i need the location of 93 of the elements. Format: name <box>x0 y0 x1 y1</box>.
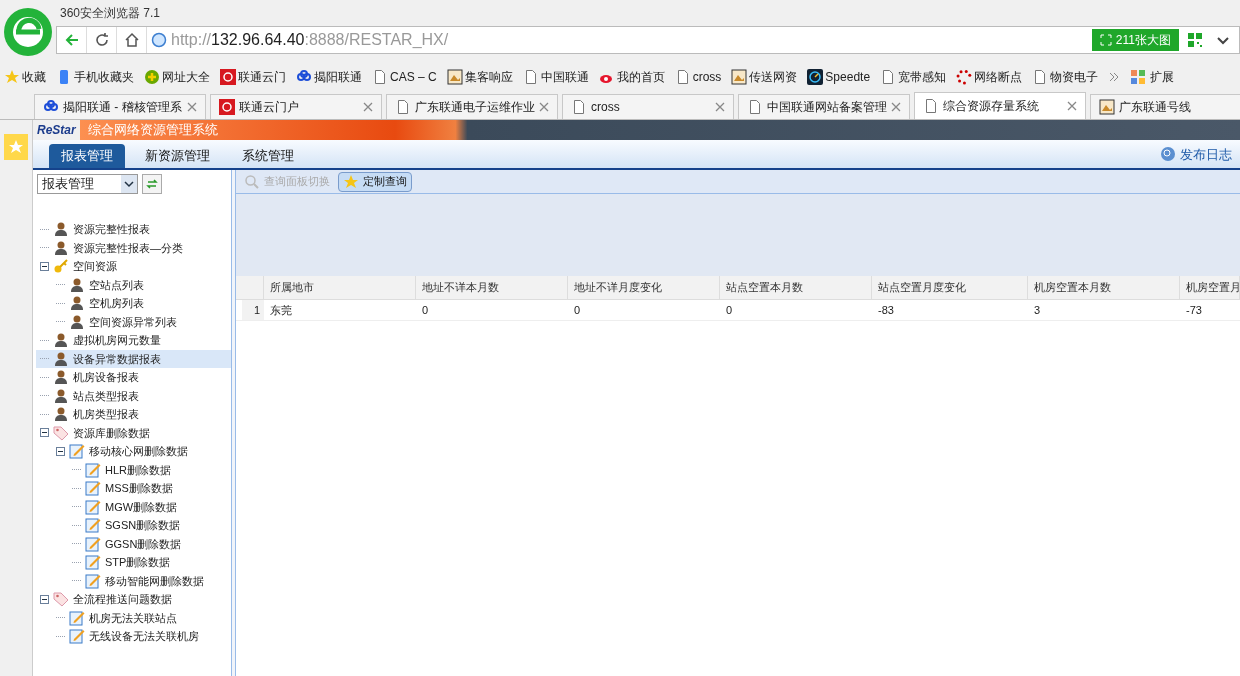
column-header[interactable]: 所属地市 <box>264 276 416 299</box>
custom-query-button[interactable]: 定制查询 <box>338 171 412 192</box>
column-header[interactable]: 地址不详月度变化 <box>568 276 720 299</box>
tree-item[interactable]: 无线设备无法关联机房 <box>52 627 231 646</box>
tree-item[interactable]: 全流程推送问题数据 <box>36 590 231 609</box>
tree-item-label: STP删除数据 <box>105 555 171 570</box>
window-title: 360安全浏览器 7.1 <box>59 5 162 22</box>
bookmark[interactable]: 传送网资 <box>731 68 798 86</box>
table-cell-text: -83 <box>877 302 895 318</box>
tree-item[interactable]: 空间资源异常列表 <box>52 312 231 331</box>
bookmark[interactable]: 联通云门 <box>220 68 286 86</box>
tree-item-label: 资源完整性报表—分类 <box>73 240 183 256</box>
tree-item[interactable]: 空间资源 <box>36 257 231 276</box>
bookmark[interactable]: 宽带感知 <box>880 68 947 86</box>
bookmark[interactable]: 揭阳联通 <box>296 68 362 86</box>
tree-item[interactable]: 站点类型报表 <box>36 386 231 405</box>
nav-tab[interactable]: 报表管理 <box>49 144 125 168</box>
bookmark[interactable]: CAS – C <box>372 68 437 86</box>
bookmark[interactable]: 集客响应 <box>446 68 513 86</box>
column-header[interactable]: 站点空置本月数 <box>720 276 872 299</box>
tree-item[interactable]: 机房无法关联站点 <box>52 608 231 627</box>
tree-item[interactable]: 设备异常数据报表 <box>36 349 231 368</box>
column-header[interactable]: 机房空置本月数 <box>1028 276 1180 299</box>
column-header[interactable]: 机房空置月 <box>1180 276 1240 299</box>
tree-item-label: 资源完整性报表 <box>73 222 150 237</box>
tree-item-label: 设备异常数据报表 <box>73 351 161 367</box>
tree-item[interactable]: HLR删除数据 <box>68 460 231 479</box>
bookmark[interactable]: 物资电子 <box>1032 68 1099 86</box>
tree-item-label: 无线设备无法关联机房 <box>89 629 199 644</box>
tree-item-label: GGSN删除数据 <box>105 536 182 552</box>
tree-item-label: 移动智能网删除数据 <box>105 573 204 589</box>
tree-item-label: 资源库删除数据 <box>73 425 150 441</box>
tree-item[interactable]: 空站点列表 <box>52 275 231 294</box>
report-select[interactable]: 报表管理 <box>37 174 138 194</box>
browser-tab[interactable]: 联通云门户 <box>210 94 382 119</box>
bookmark[interactable]: 中国联通 <box>522 68 589 86</box>
tree-item-label: 空间资源 <box>73 259 117 274</box>
bookmark[interactable]: cross <box>674 68 722 86</box>
tree-item-label: 虚拟机房网元数量 <box>73 333 161 348</box>
table-cell-text: 0 <box>573 302 582 318</box>
table-cell-text: 东莞 <box>269 302 293 318</box>
tree-item-label: MSS删除数据 <box>105 481 173 496</box>
tree-item-label: 移动核心网删除数据 <box>89 444 188 459</box>
tree-item[interactable]: 资源完整性报表 <box>36 220 231 239</box>
table-cell-text: 3 <box>1033 302 1042 318</box>
tree-item-label: 空间资源异常列表 <box>89 314 177 330</box>
tree-item-label: MGW删除数据 <box>105 499 178 515</box>
bookmark[interactable]: 手机收藏夹 <box>56 68 134 86</box>
browser-tab[interactable]: 揭阳联通 - 稽核管理系 <box>34 94 206 119</box>
tree-item[interactable]: 资源完整性报表—分类 <box>36 238 231 257</box>
tree-item[interactable]: 机房设备报表 <box>36 368 231 387</box>
release-log-link[interactable]: 发布日志 <box>1160 144 1232 164</box>
tree-item[interactable]: 机房类型报表 <box>36 405 231 424</box>
tree-item[interactable]: STP删除数据 <box>68 553 231 572</box>
bookmark[interactable]: 网址大全 <box>144 68 210 86</box>
app-title: 综合网络资源管理系统 <box>87 121 218 140</box>
tree-item-label: HLR删除数据 <box>105 462 171 478</box>
nav-tab[interactable]: 新资源管理 <box>133 144 222 168</box>
tree-item[interactable]: 虚拟机房网元数量 <box>36 331 231 350</box>
tree-item-label: 站点类型报表 <box>73 388 139 404</box>
bookmark[interactable]: 收藏 <box>4 68 46 86</box>
tree-item-label: 机房设备报表 <box>73 370 139 385</box>
browser-tab[interactable]: 广东联通号线 <box>1090 94 1240 119</box>
extensions-button[interactable]: 扩展 <box>1130 68 1175 86</box>
bookmark[interactable]: 我的首页 <box>598 68 665 86</box>
tree-item[interactable]: 空机房列表 <box>52 294 231 313</box>
tree-item[interactable]: GGSN删除数据 <box>68 534 231 553</box>
browser-tab[interactable]: 综合资源存量系统 <box>914 92 1086 119</box>
tree-item[interactable]: MGW删除数据 <box>68 497 231 516</box>
browser-tab[interactable]: 中国联通网站备案管理 <box>738 94 910 119</box>
browser-tab[interactable]: 广东联通电子运维作业 <box>386 94 558 119</box>
tree-item-label: 全流程推送问题数据 <box>73 592 172 607</box>
tree-item-label: 机房类型报表 <box>73 407 139 422</box>
tree-item[interactable]: SGSN删除数据 <box>68 516 231 535</box>
nav-tab[interactable]: 系统管理 <box>230 144 306 168</box>
tree-item[interactable]: 资源库删除数据 <box>36 423 231 442</box>
table-cell-text: 0 <box>421 302 430 318</box>
tree-item-label: SGSN删除数据 <box>105 518 181 533</box>
table-cell-text: 0 <box>725 302 734 318</box>
tree-item-label: 机房无法关联站点 <box>89 610 177 626</box>
browser-tab[interactable]: cross <box>562 94 734 119</box>
tree-item[interactable]: 移动核心网删除数据 <box>52 442 231 461</box>
column-header[interactable]: 地址不详本月数 <box>416 276 568 299</box>
tree-item[interactable]: 移动智能网删除数据 <box>68 571 231 590</box>
column-header[interactable]: 站点空置月度变化 <box>872 276 1028 299</box>
row-number: 1 <box>242 300 264 320</box>
tree-item-label: 空机房列表 <box>89 296 144 311</box>
app-logo: ReStar <box>33 120 80 140</box>
tree-item[interactable]: MSS删除数据 <box>68 479 231 498</box>
table-cell-text: -73 <box>1185 302 1203 318</box>
bookmark[interactable]: 网络断点 <box>956 68 1023 86</box>
bookmark[interactable]: Speedte <box>807 68 871 86</box>
tree-item-label: 空站点列表 <box>89 277 144 293</box>
